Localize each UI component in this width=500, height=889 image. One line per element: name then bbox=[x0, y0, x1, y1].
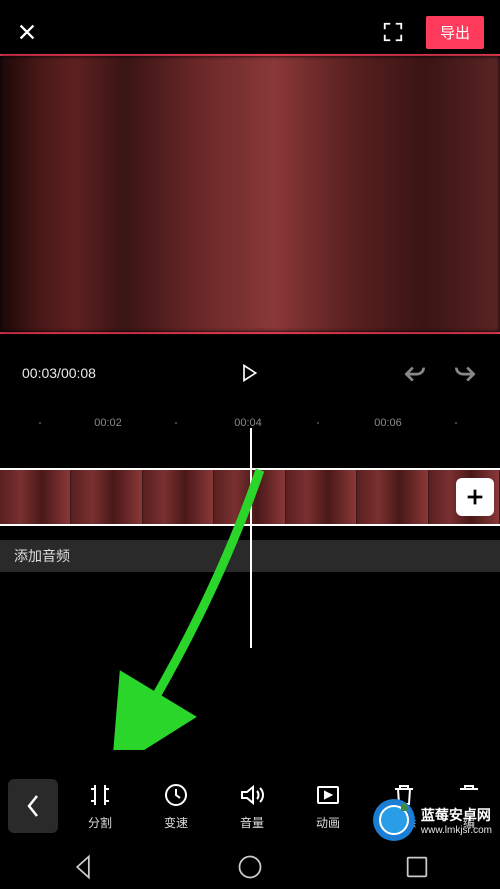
volume-tool[interactable]: 音量 bbox=[221, 782, 283, 831]
fullscreen-icon[interactable] bbox=[382, 21, 404, 43]
split-icon bbox=[87, 782, 113, 808]
close-icon[interactable] bbox=[16, 21, 38, 43]
play-button[interactable] bbox=[231, 355, 267, 391]
tool-label: 动画 bbox=[316, 814, 340, 831]
nav-home[interactable] bbox=[236, 853, 264, 881]
animation-tool[interactable]: 动画 bbox=[297, 782, 359, 831]
animation-icon bbox=[315, 782, 341, 808]
system-navbar bbox=[0, 845, 500, 889]
tool-label: 变速 bbox=[164, 814, 188, 831]
watermark-logo bbox=[373, 799, 415, 841]
speed-icon bbox=[163, 782, 189, 808]
back-button[interactable] bbox=[8, 779, 58, 833]
undo-button[interactable] bbox=[402, 360, 428, 386]
watermark-url: www.lmkjsr.com bbox=[421, 825, 492, 836]
export-button[interactable]: 导出 bbox=[426, 16, 484, 49]
watermark-title: 蓝莓安卓网 bbox=[421, 805, 492, 825]
nav-back[interactable] bbox=[69, 853, 97, 881]
split-tool[interactable]: 分割 bbox=[69, 782, 131, 831]
video-preview[interactable] bbox=[0, 54, 500, 334]
tool-label: 分割 bbox=[88, 814, 112, 831]
tool-label: 音量 bbox=[240, 814, 264, 831]
redo-button[interactable] bbox=[452, 360, 478, 386]
watermark: 蓝莓安卓网 www.lmkjsr.com bbox=[373, 799, 492, 841]
add-clip-button[interactable] bbox=[456, 478, 494, 516]
speed-tool[interactable]: 变速 bbox=[145, 782, 207, 831]
nav-recent[interactable] bbox=[403, 853, 431, 881]
time-display: 00:03/00:08 bbox=[22, 365, 96, 381]
playhead[interactable] bbox=[250, 428, 252, 648]
volume-icon bbox=[239, 782, 265, 808]
